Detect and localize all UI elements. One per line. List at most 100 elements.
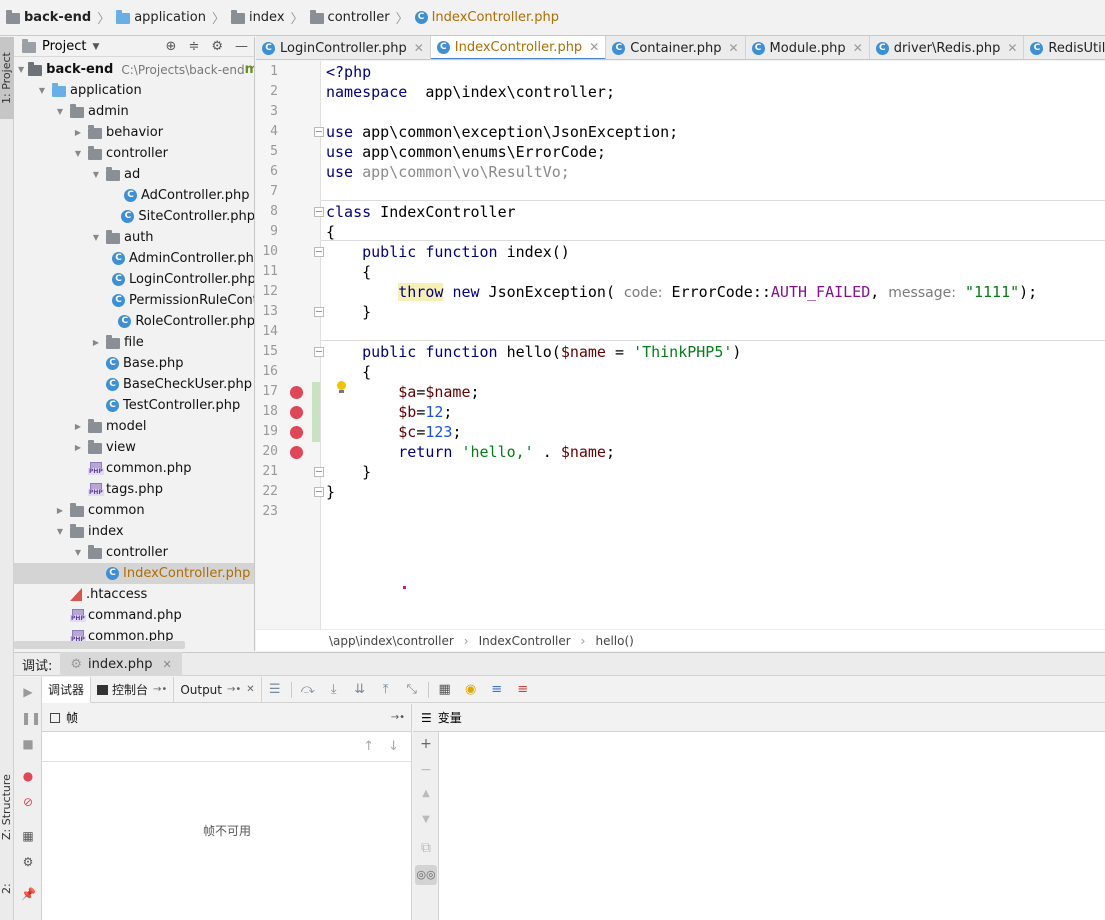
debug-session-tab[interactable]: ⚙ index.php ✕ [60,652,182,676]
editor-crumb-method[interactable]: hello() [595,634,633,648]
tree-item[interactable]: ▼ back-end C:\Projects\back-endm [14,59,254,80]
add-icon[interactable]: + [413,736,439,752]
tree-item[interactable]: C RoleController.php [14,311,254,332]
pin-tab-icon[interactable]: →• [153,684,167,695]
tree-item[interactable]: ▶ file [14,332,254,353]
fold-icon[interactable] [314,487,324,497]
locate-icon[interactable]: ⊕ [166,39,177,54]
tree-item[interactable]: C AdController.php [14,185,254,206]
close-icon[interactable]: ✕ [1007,41,1017,55]
breakpoint-icon[interactable] [290,426,303,439]
breakpoint-icon[interactable] [290,446,303,459]
close-icon[interactable]: ✕ [853,41,863,55]
tree-item[interactable]: ▼ ad [14,164,254,185]
close-icon[interactable]: ✕ [728,41,738,55]
tree-item[interactable]: C IndexController.php [14,563,254,584]
tree-item[interactable]: ▶ common [14,500,254,521]
editor-tab[interactable]: Cdriver\Redis.php ✕ [870,36,1025,59]
move-up-icon[interactable]: ▲ [413,788,439,799]
breadcrumb-index[interactable]: index [229,6,287,30]
tree-item[interactable]: PHP command.php [14,605,254,626]
tree-item[interactable]: PHP common.php [14,458,254,479]
fold-icon[interactable] [314,307,324,317]
editor-gutter[interactable]: 1 2 3 4 5 6 7 8 9 10 11 12 13 14 15 16 17 18 19 20 21 22 23 [256,61,324,651]
editor-tab[interactable]: C Module.php ✕ [746,36,870,59]
list-icon[interactable]: ≡ [484,682,510,697]
editor-tab[interactable]: C LoginController.php ✕ [256,36,431,59]
add-list-icon[interactable]: ≡ [510,682,536,697]
chevron-down-icon[interactable]: ▼ [36,86,48,95]
tree-item[interactable]: ▶ behavior [14,122,254,143]
chevron-down-icon[interactable]: ▼ [90,233,102,242]
step-over-icon[interactable]: ⤼ [295,682,321,697]
close-icon[interactable]: ✕ [246,684,254,695]
editor-tab[interactable]: CRedisUtils.php✕ [1024,36,1105,59]
collapse-icon[interactable]: ≑ [188,39,199,54]
close-icon[interactable]: ✕ [414,41,424,55]
arrow-up-icon[interactable]: ↑ [363,739,374,754]
tree-item[interactable]: C TestController.php [14,395,254,416]
project-title[interactable]: Project [42,39,86,54]
chevron-down-icon[interactable]: ▼ [90,170,102,179]
tree-item[interactable]: ▼ admin [14,101,254,122]
hide-icon[interactable]: — [235,39,248,54]
arrow-down-icon[interactable]: ↓ [388,739,399,754]
move-down-icon[interactable]: ▼ [413,814,439,825]
editor-crumb-namespace[interactable]: \app\index\controller [329,634,454,648]
tree-item[interactable]: ▼ application [14,80,254,101]
tree-item[interactable]: C Base.php [14,353,254,374]
tree-item[interactable]: ▶ model [14,416,254,437]
structure-tool-tab[interactable]: Z: Structure [0,762,14,852]
mute-breakpoints-icon[interactable]: ⊘ [21,795,35,809]
chevron-down-icon[interactable]: ▼ [72,548,84,557]
chevron-right-icon[interactable]: ▶ [54,506,66,515]
close-icon[interactable]: ✕ [589,40,599,54]
pin-tab-icon[interactable]: →• [391,712,405,723]
view-breakpoints-icon[interactable]: ● [21,769,35,783]
variables-tree[interactable] [439,732,1105,920]
watch-icon[interactable]: ◉ [458,682,484,697]
pause-icon[interactable]: ❚❚ [21,711,41,725]
chevron-down-icon[interactable]: ▼ [54,527,66,536]
breakpoint-icon[interactable] [290,406,303,419]
project-tool-tab[interactable]: 1: Project [0,37,14,119]
editor-tab[interactable]: C Container.php ✕ [606,36,746,59]
evaluate-expression-icon[interactable]: ▦ [432,682,458,697]
chevron-down-icon[interactable]: ▼ [18,65,24,74]
force-step-into-icon[interactable]: ⇊ [347,682,373,697]
chevron-right-icon[interactable]: ▶ [72,443,84,452]
breadcrumb-back-end[interactable]: back-end [4,6,93,30]
code-editor[interactable]: 1 2 3 4 5 6 7 8 9 10 11 12 13 14 15 16 17 18 19 20 21 22 23 <?… [256,61,1105,651]
tree-item[interactable]: C SiteController.php [14,206,254,227]
debugger-tab[interactable]: 调试器 [42,676,92,703]
glasses-icon[interactable]: ◎◎ [415,865,437,885]
chevron-right-icon[interactable]: ▶ [72,422,84,431]
fold-icon[interactable] [314,247,324,257]
pin-tab-icon[interactable]: →• [227,684,241,695]
menu-icon[interactable]: ☰ [262,682,288,697]
breadcrumb-application[interactable]: application [114,6,208,30]
chevron-right-icon[interactable]: ▶ [90,338,102,347]
settings-icon[interactable]: ⚙ [21,855,35,869]
breadcrumb-controller[interactable]: controller [308,6,392,30]
tree-item[interactable]: ▶ view [14,437,254,458]
run-to-cursor-icon[interactable]: ⤡ [399,682,425,697]
chevron-down-icon[interactable]: ▼ [72,149,84,158]
fold-icon[interactable] [314,467,324,477]
tree-item[interactable]: C LoginController.php [14,269,254,290]
breakpoint-icon[interactable] [290,386,303,399]
tree-item[interactable]: .htaccess [14,584,254,605]
step-out-icon[interactable]: ⤒ [373,682,399,697]
tree-item[interactable]: ▼ index [14,521,254,542]
editor-tab[interactable]: C IndexController.php ✕ [430,36,607,59]
copy-icon[interactable]: ⧉ [413,840,439,856]
favorites-tool-tab[interactable]: 2: Favorites [0,857,26,920]
fold-icon[interactable] [314,127,324,137]
chevron-right-icon[interactable]: ▶ [72,128,84,137]
tree-item[interactable]: C AdminController.php [14,248,254,269]
tree-item[interactable]: ▼ controller [14,143,254,164]
output-tab[interactable]: Output →• ✕ [174,676,262,703]
resume-icon[interactable]: ▶ [21,685,35,699]
breadcrumb-file[interactable]: C IndexController.php [413,6,561,30]
fold-icon[interactable] [314,347,324,357]
